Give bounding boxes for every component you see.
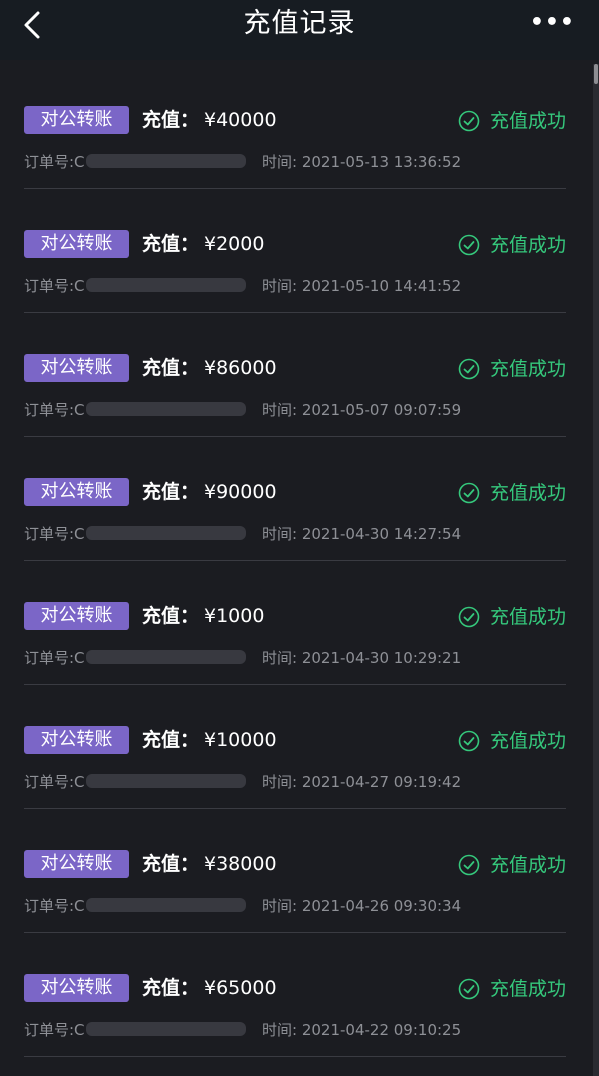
redaction-mask: [86, 278, 246, 292]
check-circle-icon: [458, 358, 480, 380]
amount-value: ¥38000: [204, 853, 277, 875]
check-circle-icon: [458, 606, 480, 628]
list-item[interactable]: 对公转账 充值： ¥10000 充值成功订单号:C 时间: 2021-04-27 09:…: [24, 684, 566, 809]
status-badge: 充值成功: [458, 108, 566, 134]
status-text: 充值成功: [489, 110, 566, 132]
transfer-type-badge: 对公转账: [24, 230, 129, 258]
amount-label: 充值：: [142, 853, 200, 875]
order-number: 订单号:C: [24, 525, 85, 543]
list-item[interactable]: 对公转账 充值： ¥1000 充值成功订单号:C 时间: 2021-04-30 10:2…: [24, 560, 566, 685]
amount-value: ¥65000: [204, 977, 277, 999]
amount-value: ¥1000: [204, 605, 265, 627]
order-number: 订单号:C: [24, 277, 85, 295]
status-text: 充值成功: [489, 234, 566, 256]
record-time: 时间: 2021-05-07 09:07:59: [262, 401, 462, 419]
check-circle-icon: [458, 482, 480, 504]
list-item[interactable]: 对公转账 充值： ¥90000 充值成功订单号:C 时间: 2021-04-30 14:…: [24, 436, 566, 561]
transfer-type-badge: 对公转账: [24, 354, 129, 382]
amount-label: 充值：: [142, 109, 200, 131]
amount-label: 充值：: [142, 357, 200, 379]
amount-value: ¥40000: [204, 109, 277, 131]
redaction-mask: [86, 1022, 246, 1036]
status-text: 充值成功: [489, 606, 566, 628]
app-header: 充值记录 •••: [0, 0, 599, 60]
redaction-mask: [86, 774, 246, 788]
redaction-mask: [86, 402, 246, 416]
redaction-mask: [86, 650, 246, 664]
page-title: 充值记录: [243, 8, 356, 39]
check-circle-icon: [458, 978, 480, 1000]
record-time: 时间: 2021-05-13 13:36:52: [262, 153, 462, 171]
order-number: 订单号:C: [24, 897, 85, 915]
amount-value: ¥2000: [204, 233, 265, 255]
list-item[interactable]: 对公转账 充值： ¥2000 充值成功订单号:C 时间: 2021-05-10 14:4…: [24, 188, 566, 313]
status-badge: 充值成功: [458, 852, 566, 878]
amount-value: ¥90000: [204, 481, 277, 503]
amount-label: 充值：: [142, 481, 200, 503]
amount-value: ¥10000: [204, 729, 277, 751]
status-text: 充值成功: [489, 482, 566, 504]
more-options-icon[interactable]: •••: [530, 12, 575, 34]
redaction-mask: [86, 526, 246, 540]
record-time: 时间: 2021-04-27 09:19:42: [262, 773, 462, 791]
order-number: 订单号:C: [24, 153, 85, 171]
status-text: 充值成功: [489, 730, 566, 752]
check-circle-icon: [458, 730, 480, 752]
record-time: 时间: 2021-04-30 14:27:54: [262, 525, 462, 543]
record-time: 时间: 2021-05-10 14:41:52: [262, 277, 462, 295]
list-item[interactable]: 对公转账 充值： ¥38000 充值成功订单号:C 时间: 2021-04-26 09:…: [24, 808, 566, 933]
order-number: 订单号:C: [24, 401, 85, 419]
amount-label: 充值：: [142, 233, 200, 255]
status-badge: 充值成功: [458, 604, 566, 630]
status-text: 充值成功: [489, 854, 566, 876]
status-text: 充值成功: [489, 978, 566, 1000]
transfer-type-badge: 对公转账: [24, 726, 129, 754]
status-badge: 充值成功: [458, 976, 566, 1002]
record-time: 时间: 2021-04-26 09:30:34: [262, 897, 462, 915]
status-badge: 充值成功: [458, 232, 566, 258]
list-item[interactable]: 对公转账 充值： ¥86000 充值成功订单号:C 时间: 2021-05-07 09:…: [24, 312, 566, 437]
list-item[interactable]: 对公转账 充值： ¥65000 充值成功订单号:C 时间: 2021-04-22 09:…: [24, 932, 566, 1057]
order-number: 订单号:C: [24, 773, 85, 791]
record-time: 时间: 2021-04-22 09:10:25: [262, 1021, 462, 1039]
redaction-mask: [86, 154, 246, 168]
status-badge: 充值成功: [458, 356, 566, 382]
amount-label: 充值：: [142, 977, 200, 999]
amount-label: 充值：: [142, 729, 200, 751]
status-badge: 充值成功: [458, 480, 566, 506]
transfer-type-badge: 对公转账: [24, 106, 129, 134]
status-badge: 充值成功: [458, 728, 566, 754]
amount-label: 充值：: [142, 605, 200, 627]
transfer-type-badge: 对公转账: [24, 478, 129, 506]
check-circle-icon: [458, 110, 480, 132]
amount-value: ¥86000: [204, 357, 277, 379]
check-circle-icon: [458, 234, 480, 256]
redaction-mask: [86, 898, 246, 912]
order-number: 订单号:C: [24, 1021, 85, 1039]
transfer-type-badge: 对公转账: [24, 974, 129, 1002]
check-circle-icon: [458, 854, 480, 876]
transfer-type-badge: 对公转账: [24, 850, 129, 878]
order-number: 订单号:C: [24, 649, 85, 667]
recharge-record-list: 对公转账 充值： ¥40000 充值成功 订单号:C 时间: 2021-05-13 13:…: [0, 64, 599, 1076]
status-text: 充值成功: [489, 358, 566, 380]
list-item[interactable]: 对公转账 充值： ¥40000 充值成功订单号:C 时间: 2021-05-13 13:…: [24, 64, 566, 189]
transfer-type-badge: 对公转账: [24, 602, 129, 630]
record-time: 时间: 2021-04-30 10:29:21: [262, 649, 462, 667]
